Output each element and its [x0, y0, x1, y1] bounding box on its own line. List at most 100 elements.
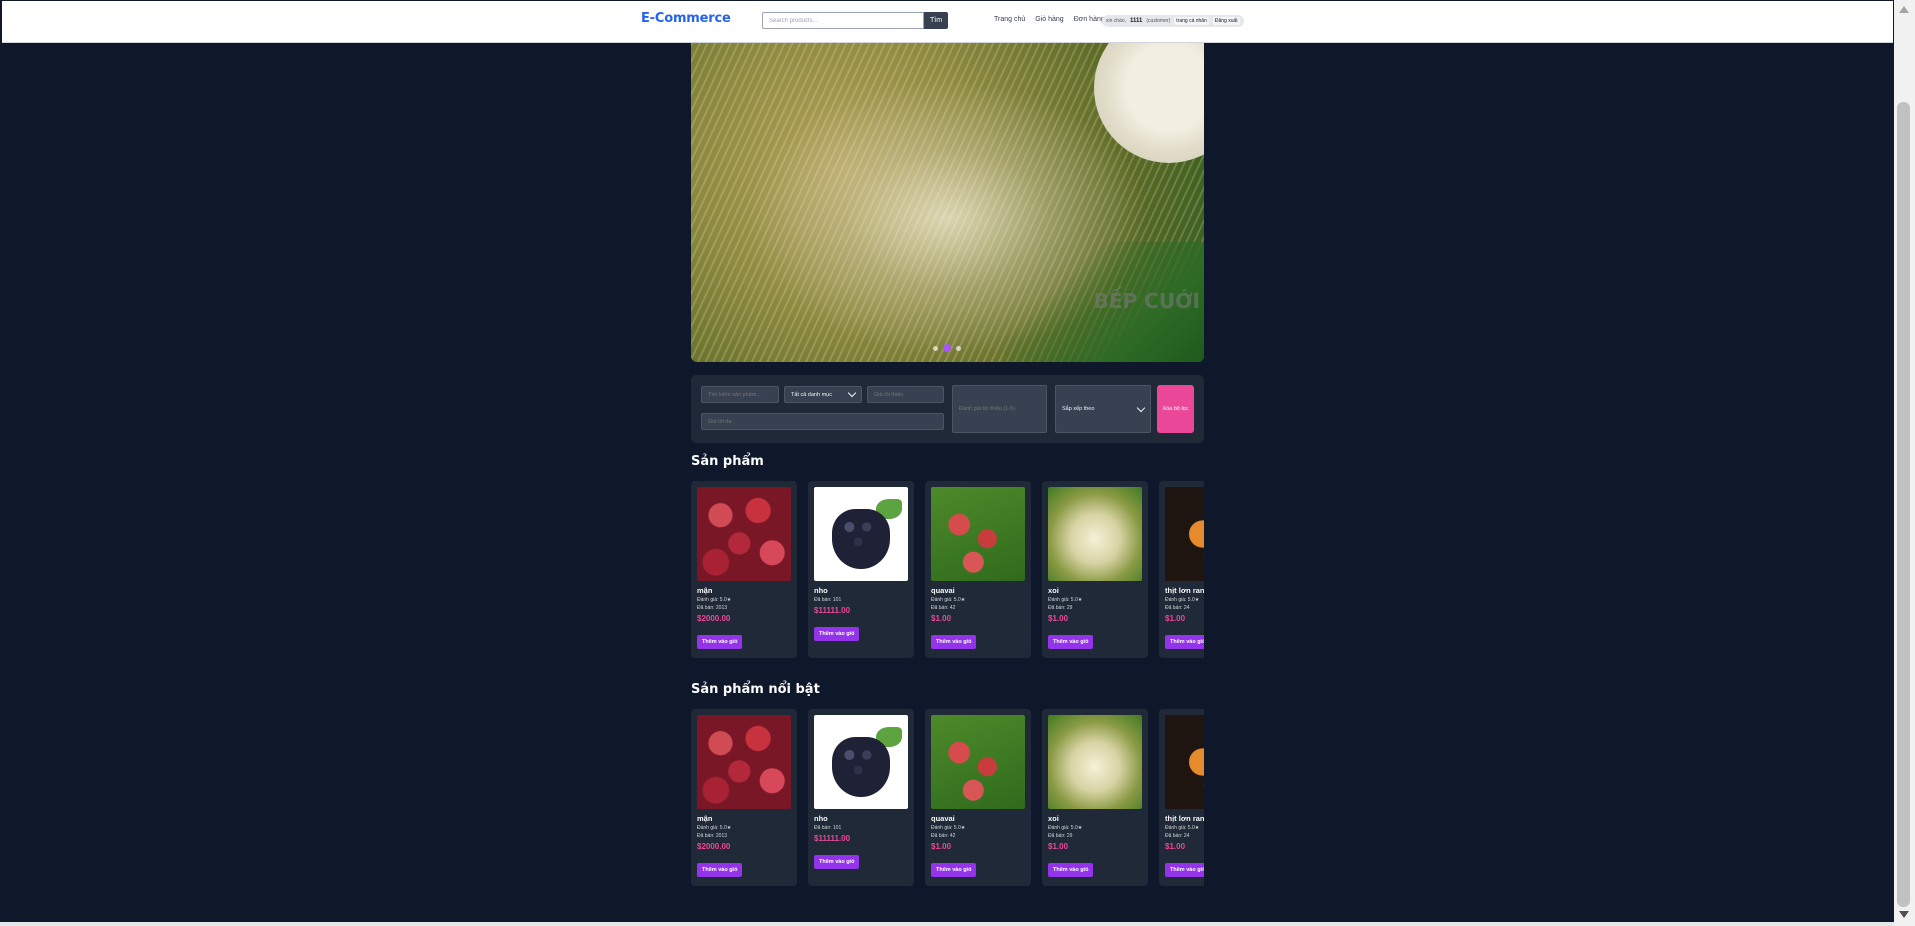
add-to-cart-button[interactable]: Thêm vào giỏ	[814, 855, 860, 869]
product-name[interactable]: mận	[697, 814, 791, 823]
nav-orders[interactable]: Đơn hàng	[1074, 16, 1105, 23]
user-role: (customer)	[1146, 18, 1171, 24]
add-to-cart-button[interactable]: Thêm vào giỏ	[697, 635, 743, 649]
header-search-button[interactable]: Tìm	[924, 12, 948, 29]
window-bottom-edge	[0, 922, 1894, 926]
logout-button[interactable]: Đăng xuất	[1212, 17, 1240, 25]
product-name[interactable]: nho	[814, 586, 908, 595]
username: 1111	[1130, 18, 1143, 24]
clear-filters-button[interactable]: Xóa bộ lọc	[1157, 385, 1194, 433]
product-image[interactable]	[1165, 715, 1204, 809]
scrollbar-thumb[interactable]	[1897, 102, 1910, 907]
page-scrollbar[interactable]	[1894, 0, 1915, 926]
user-menu: xin chào, 1111 (customer) trang cá nhân …	[1102, 15, 1244, 27]
main-nav: Trang chủ Giỏ hàng Đơn hàng	[994, 16, 1105, 23]
product-name[interactable]: mận	[697, 586, 791, 595]
product-card[interactable]: thịt lơn ran... Đánh giá: 5.0★ Đã bán: 24 $…	[1159, 481, 1204, 658]
product-rating: Đánh giá: 5.0★	[1048, 825, 1083, 831]
brand-logo[interactable]: E-Commerce	[641, 11, 731, 26]
add-to-cart-button[interactable]: Thêm vào giỏ	[1048, 863, 1094, 877]
product-name[interactable]: thịt lơn ran...	[1165, 814, 1204, 823]
product-price: $1.00	[1048, 842, 1069, 851]
product-sold-count: Đã bán: 2013	[697, 605, 728, 611]
browser-viewport: E-Commerce Tìm Trang chủ Giỏ hàng Đơn hà…	[0, 0, 1894, 922]
product-price: $2000.00	[697, 842, 731, 851]
products-section-title: Sản phẩm	[691, 454, 764, 469]
product-image[interactable]	[697, 487, 791, 581]
product-price: $2000.00	[697, 614, 731, 623]
product-card[interactable]: mận Đánh giá: 5.0★ Đã bán: 2013 $2000.00 Thê…	[691, 481, 797, 658]
product-image[interactable]	[1048, 715, 1142, 809]
min-rating-input[interactable]	[952, 385, 1047, 433]
category-select[interactable]: Tất cả danh mục	[784, 386, 862, 403]
product-name[interactable]: quavai	[931, 586, 1025, 595]
product-card[interactable]: quavai Đánh giá: 5.0★ Đã bán: 42 $1.00 Thêm …	[925, 481, 1031, 658]
add-to-cart-button[interactable]: Thêm vào giỏ	[697, 863, 743, 877]
nav-cart[interactable]: Giỏ hàng	[1035, 16, 1063, 23]
scroll-up-arrow-icon[interactable]	[1899, 6, 1909, 13]
add-to-cart-button[interactable]: Thêm vào giỏ	[931, 863, 977, 877]
product-card[interactable]: nho Đã bán: 101 $11111.00 Thêm vào giỏ	[808, 709, 914, 886]
product-image[interactable]	[814, 487, 908, 581]
product-sold-count: Đã bán: 101	[814, 597, 842, 603]
nav-home[interactable]: Trang chủ	[994, 16, 1025, 23]
product-sold-count: Đã bán: 29	[1048, 833, 1073, 839]
add-to-cart-button[interactable]: Thêm vào giỏ	[1165, 635, 1204, 649]
products-row: mận Đánh giá: 5.0★ Đã bán: 2013 $2000.00 Thê…	[691, 481, 1204, 659]
filter-search-input[interactable]	[701, 386, 779, 403]
product-sold-count: Đã bán: 24	[1165, 605, 1190, 611]
product-card[interactable]: nho Đã bán: 101 $11111.00 Thêm vào giỏ	[808, 481, 914, 658]
product-image[interactable]	[1048, 487, 1142, 581]
add-to-cart-button[interactable]: Thêm vào giỏ	[1165, 863, 1204, 877]
product-card[interactable]: xoi Đánh giá: 5.0★ Đã bán: 29 $1.00 Thêm vào…	[1042, 709, 1148, 886]
header-search-input[interactable]	[762, 12, 924, 29]
product-price: $1.00	[1165, 614, 1186, 623]
product-sold-count: Đã bán: 24	[1165, 833, 1190, 839]
product-card[interactable]: xoi Đánh giá: 5.0★ Đã bán: 29 $1.00 Thêm vào…	[1042, 481, 1148, 658]
product-rating: Đánh giá: 5.0★	[697, 597, 732, 603]
product-name[interactable]: quavai	[931, 814, 1025, 823]
product-image[interactable]	[1165, 487, 1204, 581]
product-price: $1.00	[931, 842, 952, 851]
carousel-dot-1[interactable]	[933, 345, 938, 351]
profile-button[interactable]: trang cá nhân	[1174, 17, 1209, 25]
product-name[interactable]: nho	[814, 814, 908, 823]
product-card[interactable]: quavai Đánh giá: 5.0★ Đã bán: 42 $1.00 Thêm …	[925, 709, 1031, 886]
hero-watermark: BẾP CUỚI	[1093, 289, 1200, 313]
carousel-indicators	[933, 344, 961, 352]
product-image[interactable]	[931, 487, 1025, 581]
product-name[interactable]: thịt lơn ran...	[1165, 586, 1204, 595]
filter-panel: Tất cả danh mục Sắp xếp theo Xóa bộ lọc	[691, 375, 1204, 443]
product-price: $1.00	[931, 614, 952, 623]
add-to-cart-button[interactable]: Thêm vào giỏ	[931, 635, 977, 649]
product-card[interactable]: thịt lơn ran... Đánh giá: 5.0★ Đã bán: 24 $…	[1159, 709, 1204, 886]
featured-section-title: Sản phẩm nổi bật	[691, 682, 820, 697]
featured-products-row: mận Đánh giá: 5.0★ Đã bán: 2013 $2000.00 Thê…	[691, 709, 1204, 887]
product-price: $11111.00	[814, 834, 851, 843]
carousel-dot-3[interactable]	[956, 345, 961, 351]
product-card[interactable]: mận Đánh giá: 5.0★ Đã bán: 2013 $2000.00 Thê…	[691, 709, 797, 886]
hero-carousel[interactable]: BẾP CUỚI	[691, 43, 1204, 362]
product-price: $1.00	[1165, 842, 1186, 851]
add-to-cart-button[interactable]: Thêm vào giỏ	[814, 627, 860, 641]
product-name[interactable]: xoi	[1048, 586, 1142, 595]
max-price-input[interactable]	[701, 413, 944, 430]
product-image[interactable]	[697, 715, 791, 809]
chevron-down-icon	[1136, 403, 1146, 412]
product-name[interactable]: xoi	[1048, 814, 1142, 823]
scroll-down-arrow-icon[interactable]	[1899, 911, 1909, 918]
sort-select-value: Sắp xếp theo	[1062, 406, 1095, 412]
product-image[interactable]	[814, 715, 908, 809]
product-sold-count: Đã bán: 29	[1048, 605, 1073, 611]
min-price-input[interactable]	[867, 386, 944, 403]
sort-select[interactable]: Sắp xếp theo	[1055, 385, 1151, 433]
category-select-value: Tất cả danh mục	[791, 391, 832, 398]
product-image[interactable]	[931, 715, 1025, 809]
chevron-down-icon	[847, 388, 857, 398]
top-navbar: E-Commerce Tìm Trang chủ Giỏ hàng Đơn hà…	[2, 1, 1893, 43]
product-rating: Đánh giá: 5.0★	[1165, 597, 1200, 603]
product-sold-count: Đã bán: 101	[814, 825, 842, 831]
product-rating: Đánh giá: 5.0★	[697, 825, 732, 831]
carousel-dot-2[interactable]	[943, 344, 951, 352]
add-to-cart-button[interactable]: Thêm vào giỏ	[1048, 635, 1094, 649]
